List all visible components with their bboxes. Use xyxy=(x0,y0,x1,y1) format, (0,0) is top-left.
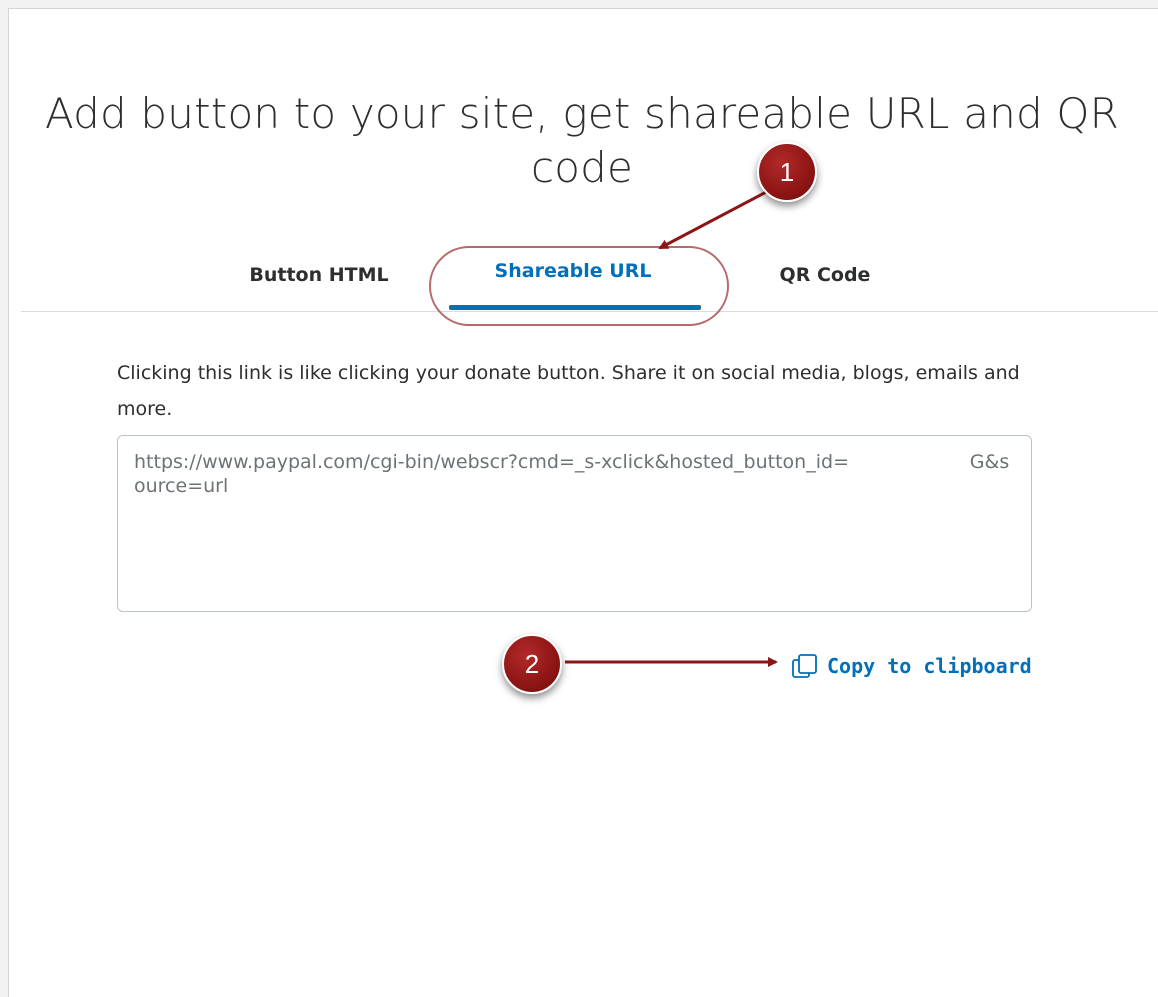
copy-to-clipboard-link[interactable]: Copy to clipboard xyxy=(791,651,1032,681)
callout-badge-1: 1 xyxy=(757,142,817,202)
annotation-highlight-oval xyxy=(429,246,729,326)
window-edge-left xyxy=(0,0,8,997)
tab-qr-code[interactable]: QR Code xyxy=(715,253,935,311)
share-description: Clicking this link is like clicking your… xyxy=(117,362,1020,420)
copy-to-clipboard-label: Copy to clipboard xyxy=(827,654,1032,678)
dialog-title: Add button to your site, get shareable U… xyxy=(44,89,1120,192)
window-edge-top xyxy=(0,0,1158,8)
share-dialog: Add button to your site, get shareable U… xyxy=(8,8,1158,997)
callout-badge-2: 2 xyxy=(502,634,562,694)
tab-button-html[interactable]: Button HTML xyxy=(209,253,429,311)
shareable-url-field[interactable]: https://www.paypal.com/cgi-bin/webscr?cm… xyxy=(117,435,1032,612)
copy-icon xyxy=(792,654,817,678)
